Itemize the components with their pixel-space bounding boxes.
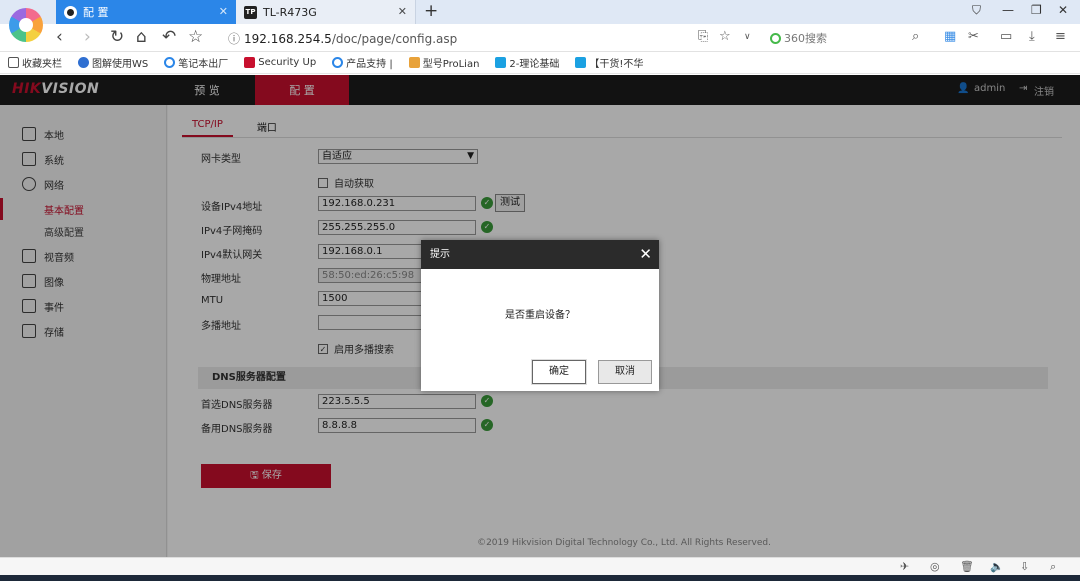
home-icon[interactable]: ⌂ [136, 27, 147, 47]
restart-dialog: 提示 ✕ 是否重启设备？ 确定 取消 [421, 240, 659, 391]
bookmark-item[interactable]: 图解使用WS [78, 55, 148, 70]
download-icon[interactable]: ⤓ [1029, 29, 1035, 44]
tab-title: 配 置 [83, 6, 109, 19]
bookmarks-bar: 收藏夹栏 图解使用WS 笔记本出厂 Security Up 产品支持 | 型号P… [0, 52, 1080, 74]
close-window-icon[interactable]: ✕ [1058, 3, 1068, 17]
url-host: 192.168.254.5 [244, 32, 332, 46]
bookmark-item[interactable]: 笔记本出厂 [164, 55, 228, 70]
browser-logo [9, 8, 43, 42]
camera-icon [64, 5, 77, 19]
shield-icon [244, 57, 256, 68]
back-icon[interactable]: ‹ [56, 27, 63, 47]
dialog-message: 是否重启设备？ [505, 310, 575, 321]
bookmark-item[interactable]: 2-理论基础 [495, 55, 559, 70]
dialog-title: 提示 [430, 249, 450, 260]
search-icon[interactable]: ⌕ [912, 29, 919, 44]
menu-icon[interactable]: ≡ [1055, 29, 1066, 44]
rocket-icon[interactable]: ✈ [900, 560, 909, 573]
bookmark-item[interactable]: Security Up [244, 57, 316, 68]
bookmark-icon [575, 57, 587, 68]
translate-icon[interactable]: ⎘ [698, 29, 708, 44]
browser-tab-router[interactable]: TP TL-R473G ✕ [236, 0, 416, 24]
info-icon: ⓘ [228, 32, 241, 46]
scissors-icon[interactable]: ✂ [968, 29, 979, 44]
reload-icon[interactable]: ↻ [110, 27, 124, 47]
bookmark-item[interactable]: 产品支持 | [332, 55, 393, 70]
server-icon [408, 57, 420, 68]
bookmark-icon [495, 57, 507, 68]
bookmark-item[interactable]: 型号ProLian [408, 55, 479, 70]
globe-icon [332, 57, 344, 68]
close-tab-icon[interactable]: ✕ [219, 5, 228, 18]
cancel-button[interactable]: 取消 [598, 360, 652, 384]
volume-icon[interactable]: 🔈 [990, 560, 1004, 573]
folder-icon [8, 57, 19, 68]
restore-icon[interactable]: ❐ [1031, 3, 1042, 17]
search-engine-icon [770, 33, 781, 44]
search-icon[interactable]: ⌕ [1050, 560, 1056, 574]
bookmark-item[interactable]: 收藏夹栏 [8, 55, 62, 70]
browser-tab-bar: 配 置 ✕ TP TL-R473G ✕ + ⛉ — ❐ ✕ [0, 0, 1080, 24]
browser-status-bar: ✈ ◎ 🗑 🔈 ⇩ ⌕ [0, 557, 1080, 575]
chevron-down-icon[interactable]: ∨ [744, 32, 751, 42]
search-input[interactable]: 360搜索 [770, 30, 930, 46]
minimize-icon[interactable]: — [1002, 3, 1014, 17]
new-tab-button[interactable]: + [424, 1, 438, 21]
tplink-icon: TP [244, 5, 257, 19]
shirt-icon[interactable]: ⛉ [972, 3, 981, 18]
battery-icon[interactable]: ▭ [1000, 29, 1012, 44]
url-path: /doc/page/config.asp [331, 32, 458, 46]
download-manager-icon[interactable]: ⇩ [1020, 560, 1029, 573]
trash-icon[interactable]: 🗑 [960, 560, 974, 573]
star-icon[interactable]: ☆ [188, 27, 203, 47]
tab-title: TL-R473G [263, 5, 317, 19]
dialog-header: 提示 ✕ [421, 240, 659, 269]
search-placeholder: 360搜索 [784, 32, 827, 45]
confirm-button[interactable]: 确定 [532, 360, 586, 384]
undo-icon[interactable]: ↶ [162, 27, 176, 47]
forward-icon[interactable]: › [84, 27, 91, 47]
apps-icon[interactable]: ▦ [944, 29, 956, 44]
os-taskbar [0, 575, 1080, 581]
gear-icon [78, 57, 89, 68]
address-bar: ‹ › ↻ ⌂ ↶ ☆ ⓘ 192.168.254.5/doc/page/conf… [0, 24, 1080, 52]
bookmark-item[interactable]: 【干货!不华 [575, 55, 643, 70]
accelerate-icon[interactable]: ◎ [930, 560, 940, 573]
browser-tab-config[interactable]: 配 置 ✕ [56, 0, 236, 24]
url-field[interactable]: ⓘ 192.168.254.5/doc/page/config.asp [228, 30, 457, 47]
favorite-icon[interactable]: ☆ [719, 29, 731, 44]
globe-icon [164, 57, 176, 68]
close-icon[interactable]: ✕ [639, 240, 652, 269]
close-tab-icon[interactable]: ✕ [398, 5, 407, 18]
